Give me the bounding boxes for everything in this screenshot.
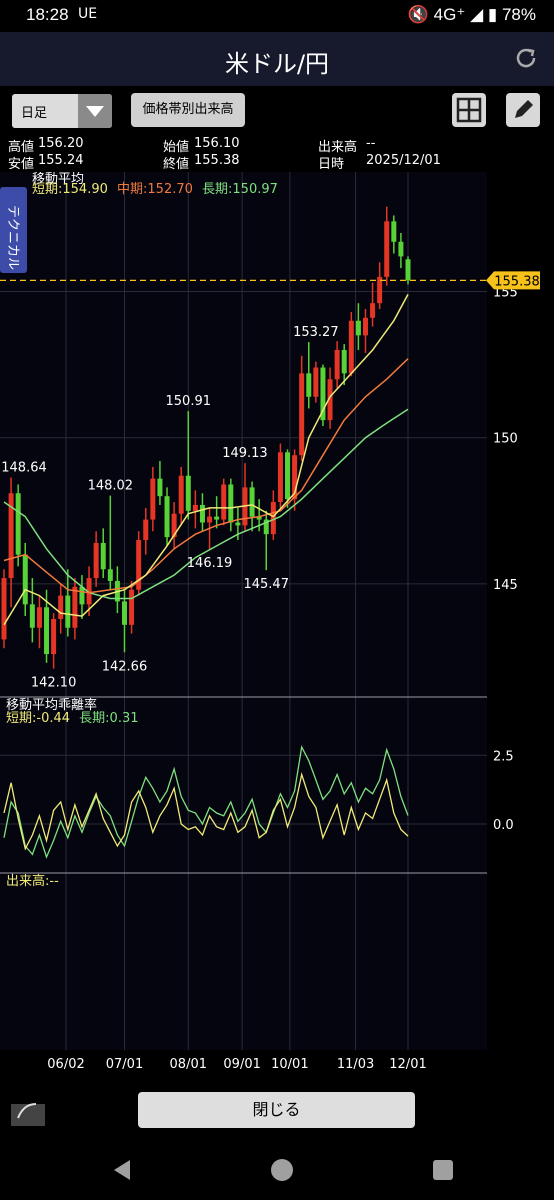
candle xyxy=(320,364,326,426)
y-tick-label: 150 xyxy=(493,432,518,447)
x-tick-label: 08/01 xyxy=(170,1057,207,1072)
x-tick-label: 07/01 xyxy=(106,1057,143,1072)
title-bar: 米ドル/円 xyxy=(0,32,554,86)
current-price-label: 155.38 xyxy=(494,274,540,289)
x-tick-label: 11/03 xyxy=(337,1057,374,1072)
annotation-label: 142.66 xyxy=(102,659,148,674)
ma-long-legend: 長期:150.97 xyxy=(202,182,278,197)
dev-long-legend: 長期:0.31 xyxy=(79,711,138,726)
x-tick-label: 09/01 xyxy=(223,1057,260,1072)
pencil-icon[interactable] xyxy=(506,93,540,127)
x-tick-label: 12/01 xyxy=(389,1057,426,1072)
signal-icon: ◢ xyxy=(470,5,484,24)
close-button[interactable]: 閉じる xyxy=(138,1092,415,1128)
status-time: 18:28 xyxy=(26,5,69,24)
candle xyxy=(1,569,7,649)
dev-tick-label: 2.5 xyxy=(493,749,514,764)
period-select-value: 日足 xyxy=(21,106,48,121)
annotation-label: 146.19 xyxy=(187,556,233,571)
ma-mid-legend: 中期:152.70 xyxy=(117,182,193,197)
candle xyxy=(221,478,227,526)
volume-legend: 出来高:-- xyxy=(6,873,59,889)
annotation-label: 150.91 xyxy=(166,394,212,409)
deviation-ticks: 2.5 0.0 xyxy=(493,749,514,833)
technical-tab[interactable]: テクニカル xyxy=(0,187,27,273)
recents-icon[interactable] xyxy=(431,1158,455,1182)
mute-icon: 🔇 xyxy=(407,5,429,24)
dev-tick-label: 0.0 xyxy=(493,818,514,833)
x-tick-label: 10/01 xyxy=(271,1057,308,1072)
dev-short-legend: 短期:-0.44 xyxy=(6,711,70,726)
layout-grid-icon[interactable] xyxy=(452,93,486,127)
annotation-label: 148.64 xyxy=(1,460,47,475)
battery-level: 78% xyxy=(501,5,536,24)
close-value: 155.38 xyxy=(194,153,240,168)
candle xyxy=(15,484,21,567)
low-value: 155.24 xyxy=(38,153,84,168)
chevron-down-icon[interactable] xyxy=(78,94,112,128)
close-button-label: 閉じる xyxy=(252,1100,301,1119)
x-axis-ticks: 06/02 07/01 08/01 09/01 10/01 11/03 12/01 xyxy=(47,1057,426,1072)
period-select[interactable]: 日足 xyxy=(12,94,112,128)
date-value: 2025/12/01 xyxy=(366,153,441,168)
status-bar: 18:28 UE 🔇 4G⁺ ◢ ▮ 78% xyxy=(0,0,554,32)
low-label: 安値 xyxy=(8,157,35,172)
candle xyxy=(348,311,354,377)
network-indicator: 4G⁺ xyxy=(433,5,466,24)
nav-bar xyxy=(0,1142,554,1200)
close-label: 終値 xyxy=(163,157,190,172)
status-app-icons: UE xyxy=(78,6,98,22)
battery-icon: ▮ xyxy=(487,5,498,24)
annotation-label: 148.02 xyxy=(88,479,134,494)
y-tick-label: 145 xyxy=(493,578,518,593)
technical-tab-label: テクニカル xyxy=(5,205,20,270)
annotation-label: 145.47 xyxy=(243,577,289,592)
page-title: 米ドル/円 xyxy=(224,50,330,78)
candle xyxy=(164,487,170,546)
date-label: 日時 xyxy=(318,157,345,172)
candle xyxy=(405,256,411,285)
open-value: 156.10 xyxy=(194,136,240,151)
annotation-label: 153.27 xyxy=(293,325,339,340)
y-axis-ticks: 155150145 xyxy=(493,285,518,592)
candle xyxy=(277,443,283,508)
candle xyxy=(136,531,142,596)
status-right: 🔇 4G⁺ ◢ ▮ 78% xyxy=(408,5,536,25)
draw-tool-icon[interactable] xyxy=(8,1092,48,1130)
price-chart[interactable]: 148.64 142.10 148.02 142.66 150.91 146.19 149.… xyxy=(0,172,554,1082)
high-value: 156.20 xyxy=(38,136,84,151)
home-icon[interactable] xyxy=(268,1156,296,1184)
back-icon[interactable] xyxy=(110,1158,134,1182)
annotation-label: 142.10 xyxy=(31,676,77,691)
annotation-label: 149.13 xyxy=(222,446,268,461)
price-volume-button[interactable]: 価格帯別出来高 xyxy=(131,93,245,127)
ma-legend-values: 短期:154.90 中期:152.70 長期:150.97 xyxy=(32,182,278,197)
refresh-icon[interactable] xyxy=(512,44,540,72)
dev-legend-values: 短期:-0.44 長期:0.31 xyxy=(6,711,139,726)
candle xyxy=(313,361,319,403)
volume-value: -- xyxy=(366,136,376,151)
ma-short-legend: 短期:154.90 xyxy=(32,182,108,197)
x-tick-label: 06/02 xyxy=(47,1057,84,1072)
